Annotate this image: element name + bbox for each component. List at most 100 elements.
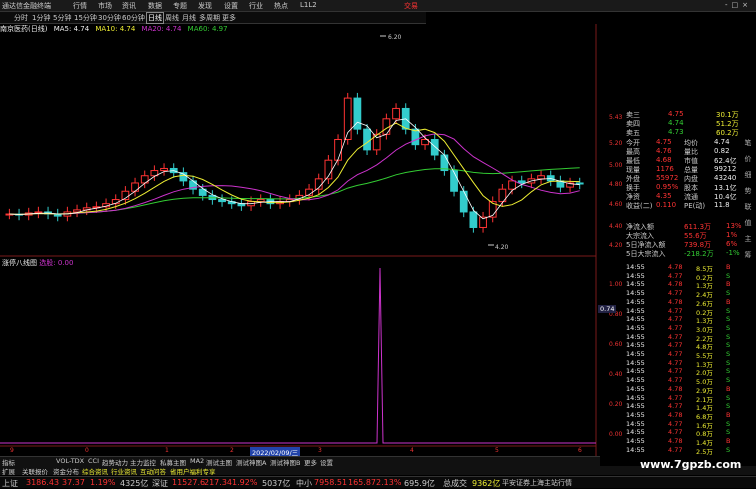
candle-body xyxy=(131,182,139,192)
index-change: 217.34 xyxy=(204,478,232,487)
side-tab[interactable]: 筹 xyxy=(742,250,754,260)
tick-side: B xyxy=(726,437,731,445)
tick-price: 4.77 xyxy=(668,393,683,402)
ind-tab[interactable]: VOL-TDX xyxy=(56,457,84,465)
tick-side: S xyxy=(726,367,731,376)
info-tab[interactable]: 扩展 xyxy=(2,466,15,476)
tick-time: 14:55 xyxy=(626,437,645,445)
index-value: 3186.43 xyxy=(26,478,60,487)
month-mark: 6 xyxy=(578,447,582,454)
tick-price: 4.77 xyxy=(668,350,683,358)
indicator-name[interactable]: 涨停八线图 xyxy=(2,259,37,267)
index-amount: 695.9亿 xyxy=(404,479,435,488)
side-tab[interactable]: 价 xyxy=(742,154,754,164)
tick-side: S xyxy=(726,358,731,367)
tick-side: B xyxy=(726,263,731,271)
ind-tab[interactable]: MA2 xyxy=(190,457,204,465)
tick-side: S xyxy=(726,419,731,428)
tick-time: 14:55 xyxy=(626,263,645,271)
tick-price: 4.77 xyxy=(668,341,683,350)
index-name[interactable]: 总成交 xyxy=(443,478,467,489)
indicator-line xyxy=(0,267,596,444)
side-tab[interactable]: 笔 xyxy=(742,138,754,148)
tick-side: S xyxy=(726,323,731,332)
index-pct: 1.19% xyxy=(90,478,116,487)
info-tab[interactable]: 资金分布 xyxy=(53,466,79,476)
indicator-value: 选股: 0.00 xyxy=(39,259,74,267)
tick-time: 14:55 xyxy=(626,350,645,358)
info-tab[interactable]: 省用户福利专享 xyxy=(170,466,216,476)
ask3-vol: 30.1万 xyxy=(716,111,739,119)
side-tab[interactable]: 联 xyxy=(742,202,754,212)
tick-side: S xyxy=(726,393,731,402)
tick-side: S xyxy=(726,402,731,411)
tick-price: 4.77 xyxy=(668,419,683,428)
tick-time: 14:55 xyxy=(626,289,645,298)
tick-time: 14:55 xyxy=(626,323,645,332)
tick-time: 14:55 xyxy=(626,428,645,437)
tick-time: 14:55 xyxy=(626,384,645,393)
index-status-bar: 上证 3186.43 37.37 1.19% 4325亿 深证 11527.6 … xyxy=(0,476,756,488)
tick-side: S xyxy=(726,332,731,341)
tick-price: 4.77 xyxy=(668,367,683,376)
index-value: 7958.51 xyxy=(314,478,348,487)
info-tab[interactable]: 互动问答 xyxy=(140,466,166,476)
month-mark: 1 xyxy=(165,447,169,454)
stat-value: 43240 xyxy=(714,174,737,182)
candle-body xyxy=(363,128,371,151)
stat-value: 4.74 xyxy=(714,138,730,146)
info-tab[interactable]: 综合资讯 xyxy=(82,466,108,476)
price-axis-label: 4.20 xyxy=(609,242,623,249)
stat-value: 99212 xyxy=(714,165,737,173)
tick-price: 4.78 xyxy=(668,437,683,445)
tick-price: 4.78 xyxy=(668,263,683,271)
candle-body xyxy=(508,180,516,190)
index-change: 37.37 xyxy=(62,478,85,487)
index-name[interactable]: 上证 xyxy=(2,478,18,489)
tick-price: 4.77 xyxy=(668,323,683,332)
candle-body xyxy=(450,170,458,192)
month-mark: 0 xyxy=(85,447,89,454)
tick-time: 14:55 xyxy=(626,376,645,385)
tick-side: S xyxy=(726,289,731,298)
side-tab[interactable]: 细 xyxy=(742,170,754,180)
flow-pct: 6% xyxy=(726,240,738,248)
ask4-vol: 51.2万 xyxy=(716,120,739,128)
tick-time: 14:55 xyxy=(626,306,645,315)
ask5-vol: 60.2万 xyxy=(716,129,739,137)
side-tab[interactable]: 势 xyxy=(742,186,754,196)
month-mark: 3 xyxy=(318,447,322,454)
high-label: 6.20 xyxy=(388,34,402,41)
stat-value: 55972 xyxy=(656,174,679,182)
candle-body xyxy=(440,154,449,172)
ind-tab[interactable]: CCI xyxy=(88,457,99,465)
tick-price: 4.77 xyxy=(668,271,683,280)
side-tab[interactable]: 主 xyxy=(742,234,754,244)
tick-time: 14:55 xyxy=(626,280,645,289)
index-name[interactable]: 深证 xyxy=(152,478,168,489)
price-axis-label: 4.60 xyxy=(609,201,623,208)
indicator-tabs: 指标 VOL-TDX CCI 趋势动力 主力监控 私募主图 MA2 测试主图 测… xyxy=(0,456,600,467)
tick-time: 14:55 xyxy=(626,358,645,367)
candle-body xyxy=(517,180,526,184)
right-side-tabs: 笔 价 细 势 联 值 主 筹 xyxy=(742,138,754,266)
tick-side: S xyxy=(726,341,731,350)
candle-body xyxy=(469,211,478,228)
ind-axis-label: 0.20 xyxy=(609,401,623,408)
month-mark: 4 xyxy=(410,447,414,454)
side-tab[interactable]: 值 xyxy=(742,218,754,228)
ask4-label: 卖四 xyxy=(626,120,640,128)
tick-price: 4.77 xyxy=(668,376,683,385)
candle-body xyxy=(160,167,168,172)
ask4-price: 4.74 xyxy=(668,119,684,127)
info-tab[interactable]: 关联报价 xyxy=(22,466,48,476)
info-tab[interactable]: 行业资讯 xyxy=(111,466,137,476)
index-name[interactable]: 中小 xyxy=(296,478,312,489)
tick-list[interactable]: 14:55 4.78 8.5万 B 14:55 4.77 0.2万 S 14:55 4.78 1.3… xyxy=(626,263,742,456)
tick-time: 14:55 xyxy=(626,297,645,306)
candle-body xyxy=(537,175,545,180)
tick-price: 4.77 xyxy=(668,428,683,437)
tick-price: 4.77 xyxy=(668,315,683,324)
tick-side: S xyxy=(726,376,731,385)
tick-time: 14:55 xyxy=(626,410,645,419)
